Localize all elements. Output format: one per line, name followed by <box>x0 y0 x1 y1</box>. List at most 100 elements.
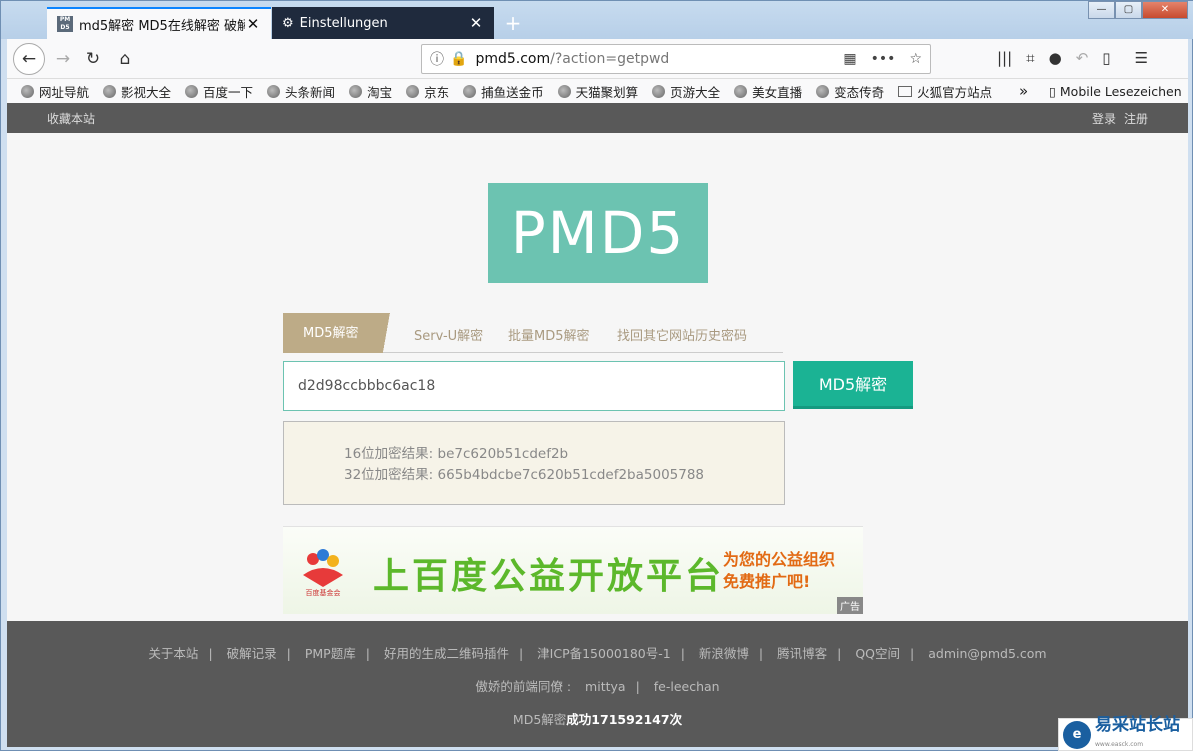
tab-settings[interactable]: ⚙ Einstellungen ✕ <box>272 7 494 39</box>
footer-link[interactable]: admin@pmd5.com <box>928 646 1046 661</box>
footer-link[interactable]: 新浪微博 <box>699 646 749 661</box>
footer-link[interactable]: 关于本站 <box>148 646 198 661</box>
friend-link[interactable]: mittya <box>585 679 626 694</box>
tab-batch-md5[interactable]: 批量MD5解密 <box>508 325 590 344</box>
phone-icon: ▯ <box>1049 83 1056 99</box>
site-logo[interactable]: PMD5 <box>488 183 708 283</box>
chat-icon[interactable]: ● <box>1049 49 1062 67</box>
bookmark-item[interactable]: 淘宝 <box>349 82 392 101</box>
crop-icon[interactable]: ⌗ <box>1026 49 1034 67</box>
bookmark-item[interactable]: 百度一下 <box>185 82 253 101</box>
bookmark-item[interactable]: 捕鱼送金币 <box>463 82 544 101</box>
back-button[interactable]: ← <box>13 43 45 75</box>
site-footer: 关于本站 | 破解记录 | PMP题库 | 好用的生成二维码插件 | 津ICP备1500… <box>7 621 1188 747</box>
bookmark-label: 淘宝 <box>367 84 393 100</box>
decrypt-tabs: MD5解密 Serv-U解密 批量MD5解密 找回其它网站历史密码 <box>283 313 783 353</box>
footer-link[interactable]: QQ空间 <box>855 646 900 661</box>
maximize-button[interactable]: ▢ <box>1115 1 1142 19</box>
tab-recover-password[interactable]: 找回其它网站历史密码 <box>617 325 747 344</box>
svg-text:百度基金会: 百度基金会 <box>306 588 341 597</box>
tab-md5[interactable]: PM D5 md5解密 MD5在线解密 破解md5 ✕ <box>47 7 271 39</box>
footer-link[interactable]: PMP题库 <box>305 646 356 661</box>
footer-stats: MD5解密成功171592147次 <box>7 709 1188 728</box>
library-icon[interactable]: ||| <box>997 49 1012 67</box>
forward-button[interactable]: → <box>49 45 77 73</box>
bookmark-label: 美女直播 <box>752 84 803 100</box>
result-box: 16位加密结果: be7c620b51cdef2b 32位加密结果: 665b4… <box>283 421 785 505</box>
mobile-bookmarks[interactable]: ▯ Mobile Lesezeichen <box>1049 84 1182 99</box>
minimize-button[interactable]: — <box>1088 1 1115 19</box>
undo-icon[interactable]: ↶ <box>1076 49 1089 67</box>
login-link[interactable]: 登录 <box>1092 110 1116 127</box>
footer-link[interactable]: 津ICP备15000180号-1 <box>537 646 671 661</box>
insecure-lock-icon: 🔒 <box>450 51 468 67</box>
bookmark-folder[interactable]: 火狐官方站点 <box>898 82 992 101</box>
footer-link[interactable]: 破解记录 <box>227 646 277 661</box>
friend-link[interactable]: fe-leechan <box>654 679 720 694</box>
page-actions-icon[interactable]: ••• <box>871 51 896 67</box>
bookmark-label: 影视大全 <box>121 84 172 100</box>
ad-banner[interactable]: 百度基金会 上百度公益开放平台 为您的公益组织 免费推广吧! 广告 <box>283 526 863 614</box>
bookmark-label: 头条新闻 <box>285 84 336 100</box>
bookmarks-bar: 网址导航 影视大全 百度一下 头条新闻 淘宝 京东 捕鱼送金币 天猫聚划算 页游… <box>7 79 1188 103</box>
folder-icon <box>898 85 913 97</box>
tab-title: Einstellungen <box>299 15 388 31</box>
globe-icon <box>349 84 363 98</box>
globe-icon <box>652 84 666 98</box>
gear-icon: ⚙ <box>282 15 294 31</box>
globe-icon <box>267 84 281 98</box>
watermark: e 易采站长站 www.easck.com <box>1058 715 1193 751</box>
footer-link[interactable]: 好用的生成二维码插件 <box>384 646 509 661</box>
bookmark-label: 变态传奇 <box>834 84 885 100</box>
url-host: pmd5.com <box>475 51 551 67</box>
watermark-url: www.easck.com <box>1095 740 1144 748</box>
menu-icon[interactable]: ☰ <box>1135 49 1148 67</box>
bookmarks-overflow-icon[interactable]: » <box>1019 82 1028 100</box>
bookmark-item[interactable]: 头条新闻 <box>267 82 335 101</box>
reload-button[interactable]: ↻ <box>79 45 107 73</box>
globe-icon <box>734 84 748 98</box>
sidebar-icon[interactable]: ▯ <box>1102 49 1110 67</box>
info-icon[interactable]: ⓘ <box>430 49 444 69</box>
bookmark-item[interactable]: 天猫聚划算 <box>557 82 638 101</box>
bookmark-star-icon[interactable]: ☆ <box>909 51 922 67</box>
bookmark-item[interactable]: 京东 <box>406 82 449 101</box>
close-tab-icon[interactable]: ✕ <box>245 15 261 33</box>
bookmark-site-link[interactable]: 收藏本站 <box>47 110 95 127</box>
tab-servu-decrypt[interactable]: Serv-U解密 <box>414 325 483 344</box>
new-tab-button[interactable]: + <box>501 11 525 35</box>
bookmark-label: 京东 <box>424 84 450 100</box>
bookmark-label: 火狐官方站点 <box>917 84 993 100</box>
bookmark-item[interactable]: 变态传奇 <box>816 82 884 101</box>
globe-icon <box>463 84 477 98</box>
home-button[interactable]: ⌂ <box>111 45 139 73</box>
window-controls: — ▢ ✕ <box>1088 1 1188 19</box>
pmd5-favicon-icon: PM D5 <box>57 16 73 32</box>
bookmark-item[interactable]: 网址导航 <box>21 82 89 101</box>
tab-md5-decrypt[interactable]: MD5解密 <box>283 313 413 353</box>
close-window-button[interactable]: ✕ <box>1142 1 1188 19</box>
toolbar-icons: ||| ⌗ ● ↶ ▯ ☰ <box>997 49 1148 67</box>
nav-toolbar: ← → ↻ ⌂ ⓘ 🔒 pmd5.com /?action=getpwd ▦ •… <box>7 39 1188 79</box>
bookmark-label: 百度一下 <box>203 84 254 100</box>
site-topbar: 收藏本站 登录 注册 <box>7 103 1188 133</box>
bookmark-item[interactable]: 美女直播 <box>734 82 802 101</box>
footer-link[interactable]: 腾讯博客 <box>777 646 827 661</box>
globe-icon <box>21 84 34 98</box>
easck-logo-icon: e <box>1063 720 1091 749</box>
register-link[interactable]: 注册 <box>1124 110 1148 127</box>
md5-input[interactable]: d2d98ccbbbc6ac18 <box>283 361 785 411</box>
bookmark-item[interactable]: 影视大全 <box>103 82 171 101</box>
result-32: 32位加密结果: 665b4bdcbe7c620b51cdef2ba500578… <box>344 467 705 483</box>
globe-icon <box>406 84 420 98</box>
ad-sub2: 免费推广吧! <box>723 572 811 591</box>
close-tab-icon[interactable]: ✕ <box>468 14 484 32</box>
footer-links: 关于本站 | 破解记录 | PMP题库 | 好用的生成二维码插件 | 津ICP备1500… <box>148 646 1047 661</box>
url-path: /?action=getpwd <box>550 51 670 67</box>
bookmark-item[interactable]: 页游大全 <box>652 82 720 101</box>
url-bar[interactable]: ⓘ 🔒 pmd5.com /?action=getpwd ▦ ••• ☆ <box>421 44 931 74</box>
decrypt-button[interactable]: MD5解密 <box>793 361 913 409</box>
globe-icon <box>185 84 199 98</box>
ad-title: 上百度公益开放平台 <box>373 556 725 597</box>
qr-code-icon[interactable]: ▦ <box>843 51 856 67</box>
